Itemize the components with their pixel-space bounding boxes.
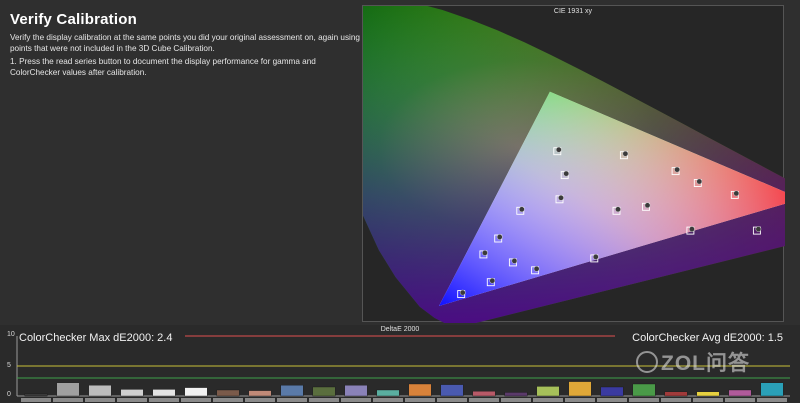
measured-point [615,206,621,213]
deltae-bar [152,389,176,397]
patch-swatch-tab [245,398,275,402]
deltae-bar [216,389,240,397]
measured-point [644,202,651,209]
patch-swatch-tab [501,398,531,402]
patch-swatch-tab [693,398,723,402]
page-title: Verify Calibration [10,11,137,28]
measured-point [496,234,503,240]
measured-point [696,178,703,185]
patch-swatch-tab [661,398,691,402]
patch-swatch-tab [85,398,115,402]
patch-swatch-tab [117,398,147,402]
measured-point [558,194,564,201]
patch-swatch-tab [277,398,307,402]
y-tick-label: 10 [7,331,15,338]
deltae-bar [24,393,48,397]
patch-swatch-tab [181,398,211,402]
patch-swatch-tab [341,398,371,402]
cie-chart-title: CIE 1931 xy [553,8,593,15]
cie-chart-panel: CIE 1931 xy [362,5,785,323]
patch-swatch-tab [53,398,83,402]
deltae-bar [472,390,496,397]
measured-point [459,289,466,296]
deltae-bar [760,382,784,397]
deltae-bar [376,389,400,397]
measured-point [511,258,518,264]
measured-point [563,170,570,177]
y-tick-label: 0 [7,391,11,398]
measured-point [489,277,496,284]
cie-chromaticity-diagram [363,6,785,323]
y-tick-label: 5 [7,362,11,369]
deltae-bar [504,392,528,397]
patch-swatch-tab [21,398,51,402]
measured-point [482,250,488,256]
description-paragraph: Verify the display calibration at the sa… [10,33,360,53]
deltae-bar [88,385,112,397]
patch-swatch-tab [213,398,243,402]
zol-watermark-logo: ZOL问答 [636,347,750,377]
deltae-bar [440,384,464,397]
deltae-bar [408,383,432,397]
patch-swatch-tab [373,398,403,402]
patch-swatch-tab [597,398,627,402]
measured-point [518,206,525,213]
deltae-bar [696,391,720,397]
measured-point [733,190,740,197]
instructions-panel: Verify Calibration Verify the display ca… [0,0,360,325]
deltae-bar [312,386,336,397]
patch-swatch-tab [437,398,467,402]
deltae-bar [184,387,208,397]
patch-swatch-tab [565,398,595,402]
measured-point [622,150,629,157]
deltae-bar [344,385,368,397]
patch-swatch-tab [149,398,179,402]
colorchecker-avg-label: ColorChecker Avg dE2000: 1.5 [632,332,783,344]
measured-point [755,226,762,232]
measured-point [674,166,680,173]
patch-swatch-tab [309,398,339,402]
colorchecker-max-label: ColorChecker Max dE2000: 2.4 [19,332,173,344]
instruction-step-1: 1. Press the read series button to docum… [10,57,316,77]
measured-point [555,146,562,153]
deltae-bar [632,383,656,397]
deltae-bar [728,389,752,397]
patch-swatch-tab [405,398,435,402]
patch-swatch-tab [629,398,659,402]
patch-swatch-tab [757,398,787,402]
watermark-text: ZOL问答 [661,352,750,375]
deltae-bar [248,390,272,397]
zol-logo-icon [636,351,658,374]
deltae-bar [536,386,560,397]
deltae-bar [568,381,592,397]
deltae-bar [280,385,304,397]
measured-point [689,226,695,232]
deltae-bar [600,386,624,397]
deltae-bar [664,391,688,397]
patch-swatch-tab [469,398,499,402]
measured-point [533,265,540,272]
measured-point [592,254,599,260]
patch-swatch-tab [533,398,563,402]
deltae-bar [56,382,80,397]
deltae-bar [120,389,144,397]
patch-swatch-tab [725,398,755,402]
